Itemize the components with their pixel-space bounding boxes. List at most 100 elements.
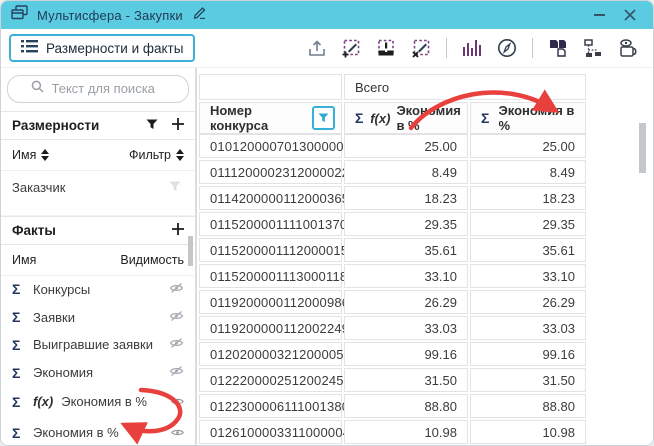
row-filter-icon[interactable]: [169, 180, 181, 195]
fact-row[interactable]: Σ Экономия в %: [1, 417, 195, 446]
fx-value-cell[interactable]: 88.80: [344, 394, 468, 418]
fx-value-cell[interactable]: 10.98: [344, 420, 468, 444]
fx-value-cell[interactable]: 25.00: [344, 134, 468, 158]
eye-off-icon[interactable]: [169, 310, 184, 325]
eye-off-icon[interactable]: [169, 365, 184, 380]
fact-name: Экономия: [33, 365, 161, 380]
cascade-windows-icon: [11, 5, 28, 25]
facts-columns-header: Имя Видимость: [1, 245, 195, 276]
contest-number-cell[interactable]: 0126100003311000004: [199, 420, 342, 444]
sum-value-cell[interactable]: 29.35: [470, 212, 586, 236]
fact-row[interactable]: Σ Конкурсы: [1, 276, 195, 304]
filter-icon[interactable]: [146, 118, 158, 133]
contest-number-cell[interactable]: 0122200002512002452: [199, 368, 342, 392]
column-header-fx-economy[interactable]: Σ f(x) Экономия в %: [344, 102, 468, 134]
search-icon: [31, 80, 44, 98]
dim-col-name: Имя: [12, 148, 36, 162]
toolbar-icons: [308, 38, 639, 58]
fx-value-cell[interactable]: 35.61: [344, 238, 468, 262]
total-empty-cell: [199, 74, 342, 100]
facts-section-header: Факты: [1, 216, 195, 245]
contest-number-cell[interactable]: 0111200002312000022: [199, 160, 342, 184]
camera-icon[interactable]: [618, 38, 639, 58]
contest-number-cell[interactable]: 0114200000112000365: [199, 186, 342, 210]
dimension-name: Заказчик: [12, 180, 65, 195]
eye-off-icon[interactable]: [169, 282, 184, 297]
fx-value-cell[interactable]: 26.29: [344, 290, 468, 314]
dimensions-title: Размерности: [12, 118, 132, 133]
column-filter-button[interactable]: [312, 106, 335, 130]
sum-value-cell[interactable]: 31.50: [470, 368, 586, 392]
eye-icon[interactable]: [171, 394, 184, 409]
add-fact-icon[interactable]: [172, 223, 184, 238]
add-dimension-icon[interactable]: [172, 118, 184, 133]
table-scrollbar-thumb[interactable]: [639, 123, 646, 173]
sum-value-cell[interactable]: 88.80: [470, 394, 586, 418]
eye-icon[interactable]: [171, 425, 184, 440]
dim-col-filter: Фильтр: [129, 148, 171, 162]
fx-value-cell[interactable]: 8.49: [344, 160, 468, 184]
contest-number-cell[interactable]: 0115200001111001370: [199, 212, 342, 236]
dimension-list-padding: [1, 205, 195, 216]
sum-value-cell[interactable]: 8.49: [470, 160, 586, 184]
fact-col-name: Имя: [12, 253, 36, 267]
table-body: 010120000701300000725.0025.00 0111200002…: [199, 134, 653, 446]
fx-label: f(x): [370, 111, 390, 126]
contest-number-cell[interactable]: 0115200001112000015: [199, 238, 342, 262]
fx-value-cell[interactable]: 18.23: [344, 186, 468, 210]
fx-value-cell[interactable]: 29.35: [344, 212, 468, 236]
bar-chart-icon[interactable]: [462, 39, 482, 57]
app-window: Мультисфера - Закупки Размерности и факт…: [0, 0, 654, 446]
tree-icon[interactable]: [583, 38, 603, 58]
edit-title-icon[interactable]: [192, 6, 207, 24]
dimension-row-customer[interactable]: Заказчик: [1, 171, 195, 205]
list-icon: [21, 40, 38, 56]
dimensions-scrollbar-thumb[interactable]: [188, 236, 193, 266]
contest-number-cell[interactable]: 0120200003212000054: [199, 342, 342, 366]
contest-number-cell[interactable]: 0119200000112002249: [199, 316, 342, 340]
edit-area-remove-icon[interactable]: [411, 38, 431, 58]
sum-value-cell[interactable]: 35.61: [470, 238, 586, 262]
minimize-button[interactable]: [588, 5, 610, 25]
warning-area-icon[interactable]: [376, 38, 396, 58]
sort-filter-icon[interactable]: [176, 149, 184, 161]
search-box[interactable]: [7, 75, 189, 103]
fact-row[interactable]: Σ Заявки: [1, 303, 195, 331]
sum-value-cell[interactable]: 25.00: [470, 134, 586, 158]
search-input[interactable]: [50, 80, 166, 97]
sigma-icon: Σ: [355, 110, 364, 126]
contest-number-cell[interactable]: 0115200001113000118: [199, 264, 342, 288]
fact-row[interactable]: Σ Выигравшие заявки: [1, 331, 195, 359]
export-icon[interactable]: [308, 39, 326, 57]
column-header-contest-number[interactable]: Номер конкурса: [199, 102, 342, 134]
sigma-icon: Σ: [12, 337, 25, 353]
fx-value-cell[interactable]: 99.16: [344, 342, 468, 366]
sigma-icon: Σ: [481, 110, 492, 126]
eye-off-icon[interactable]: [169, 337, 184, 352]
close-button[interactable]: [619, 5, 641, 25]
contest-number-cell[interactable]: 0119200000112000986: [199, 290, 342, 314]
sum-value-cell[interactable]: 26.29: [470, 290, 586, 314]
sort-name-icon[interactable]: [41, 149, 49, 161]
sigma-icon: Σ: [12, 309, 25, 325]
dimensions-facts-panel-button[interactable]: Размерности и факты: [9, 34, 195, 62]
fact-row[interactable]: Σ f(x) Экономия в %: [1, 387, 195, 418]
compass-icon[interactable]: [497, 38, 517, 58]
column-header-economy[interactable]: Σ Экономия в %: [470, 102, 586, 134]
edit-area-add-icon[interactable]: [341, 38, 361, 58]
toolbar-separator: [532, 38, 533, 58]
sum-value-cell[interactable]: 18.23: [470, 186, 586, 210]
fact-row[interactable]: Σ Экономия: [1, 359, 195, 387]
fact-name: Экономия в %: [33, 425, 163, 440]
sum-value-cell[interactable]: 33.10: [470, 264, 586, 288]
contest-number-cell[interactable]: 0122300006111001380: [199, 394, 342, 418]
sum-value-cell[interactable]: 99.16: [470, 342, 586, 366]
fx-value-cell[interactable]: 33.10: [344, 264, 468, 288]
contest-number-cell[interactable]: 0101200007013000007: [199, 134, 342, 158]
sum-value-cell[interactable]: 10.98: [470, 420, 586, 444]
sum-value-cell[interactable]: 33.03: [470, 316, 586, 340]
sidebar-panel: Размерности Имя Фильтр Заказчик: [1, 68, 197, 446]
fx-value-cell[interactable]: 31.50: [344, 368, 468, 392]
copy-docs-icon[interactable]: [548, 38, 568, 58]
fx-value-cell[interactable]: 33.03: [344, 316, 468, 340]
